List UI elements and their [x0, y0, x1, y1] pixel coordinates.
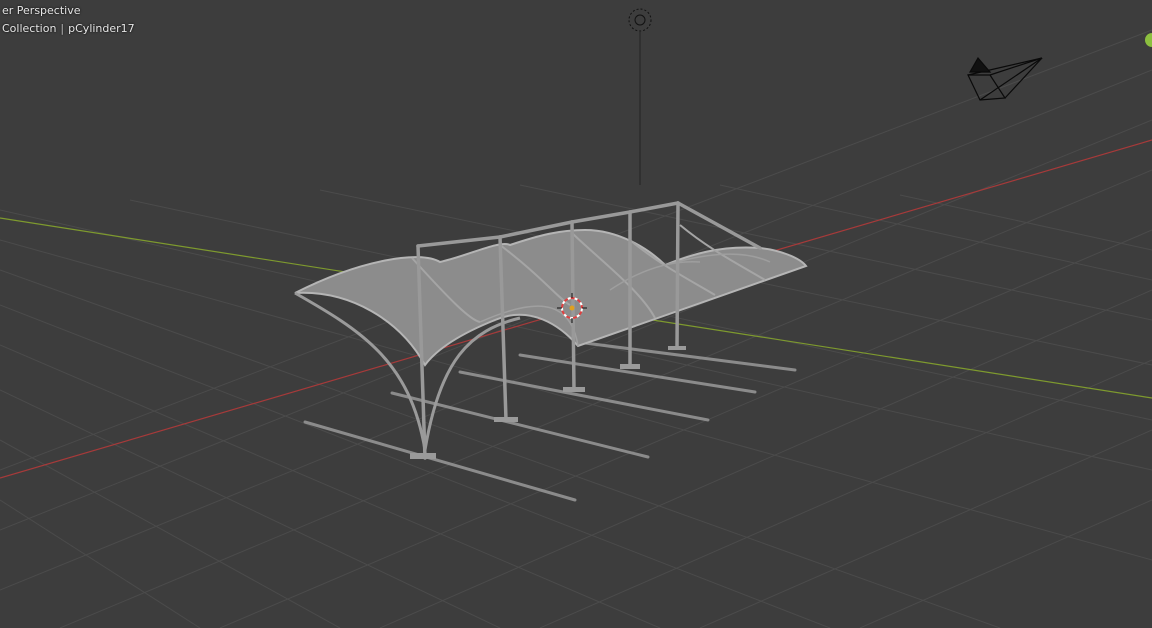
scene-canvas[interactable] [0, 0, 1152, 628]
canopy-mesh[interactable] [294, 224, 808, 451]
active-object-name: pCylinder17 [68, 22, 135, 35]
camera-icon[interactable] [967, 56, 1043, 101]
post-bases [410, 346, 686, 459]
viewport-view-name: er Perspective [2, 4, 81, 17]
collection-name: Collection [2, 22, 57, 35]
3d-viewport[interactable]: er Perspective Collection | pCylinder17 [0, 0, 1152, 628]
light-icon[interactable] [628, 8, 652, 185]
navigation-gizmo-y-icon[interactable] [1145, 33, 1152, 47]
path-separator: | [60, 22, 65, 35]
viewport-object-path: Collection | pCylinder17 [2, 22, 135, 35]
